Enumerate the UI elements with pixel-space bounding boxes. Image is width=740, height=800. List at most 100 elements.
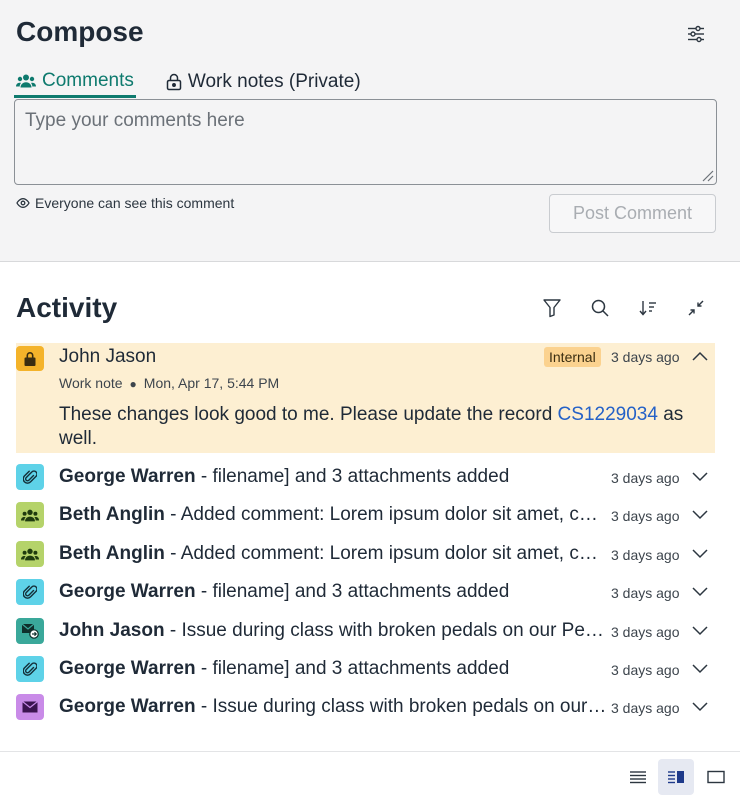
activity-text: - filename] and 3 attachments added xyxy=(195,581,510,602)
expand-item-button[interactable] xyxy=(690,582,710,602)
people-icon xyxy=(21,548,39,561)
activity-time: 3 days ago xyxy=(611,700,680,716)
activity-item[interactable]: George Warren - filename] and 3 attachme… xyxy=(16,576,715,606)
search-button[interactable] xyxy=(588,296,612,320)
activity-summary: George Warren - Issue during class with … xyxy=(59,696,607,718)
sort-button[interactable] xyxy=(636,296,660,320)
activity-author: George Warren xyxy=(59,466,196,487)
activity-type-badge xyxy=(16,618,44,644)
tab-work-notes-label: Work notes (Private) xyxy=(187,71,361,92)
single-view-button[interactable] xyxy=(698,759,734,795)
search-icon xyxy=(591,299,609,317)
activity-time: 3 days ago xyxy=(611,470,680,486)
sort-icon xyxy=(639,301,656,316)
collapse-icon xyxy=(688,300,704,316)
activity-author: John Jason xyxy=(59,346,157,367)
internal-badge: Internal xyxy=(544,347,601,367)
activity-item[interactable]: Beth Anglin - Added comment: Lorem ipsum… xyxy=(16,499,715,529)
chevron-down-icon xyxy=(692,702,708,712)
eye-icon xyxy=(16,198,30,208)
chevron-down-icon xyxy=(692,549,708,559)
list-view-button[interactable] xyxy=(620,759,656,795)
activity-summary: John Jason - Issue during class with bro… xyxy=(59,620,607,642)
paperclip-icon xyxy=(23,584,37,600)
work-note-badge xyxy=(16,346,44,371)
activity-item[interactable]: Beth Anglin - Added comment: Lorem ipsum… xyxy=(16,538,715,568)
paperclip-icon xyxy=(23,469,37,485)
collapse-item-button[interactable] xyxy=(690,346,710,366)
filter-icon xyxy=(543,299,561,318)
collapse-all-button[interactable] xyxy=(684,296,708,320)
activity-author: Beth Anglin xyxy=(59,504,165,525)
chevron-down-icon xyxy=(692,510,708,520)
activity-item[interactable]: George Warren - filename] and 3 attachme… xyxy=(16,653,715,683)
activity-time: 3 days ago xyxy=(611,547,680,563)
activity-time: 3 days ago xyxy=(611,349,680,365)
lock-icon xyxy=(24,351,36,366)
expand-item-button[interactable] xyxy=(690,659,710,679)
tab-comments-label: Comments xyxy=(42,69,134,91)
activity-type-badge xyxy=(16,541,44,567)
activity-author: George Warren xyxy=(59,696,196,717)
compose-settings-button[interactable] xyxy=(684,22,708,46)
activity-time: 3 days ago xyxy=(611,662,680,678)
chevron-down-icon xyxy=(692,472,708,482)
activity-summary: Beth Anglin - Added comment: Lorem ipsum… xyxy=(59,543,607,565)
activity-item[interactable]: George Warren - filename] and 3 attachme… xyxy=(16,461,715,491)
activity-type: Work note xyxy=(59,375,123,391)
activity-item[interactable]: John Jason - Issue during class with bro… xyxy=(16,615,715,645)
split-view-icon xyxy=(668,771,684,784)
activity-type-badge xyxy=(16,694,44,720)
activity-body-text: These changes look good to me. Please up… xyxy=(59,404,558,425)
filter-button[interactable] xyxy=(540,296,564,320)
activity-text: - Added comment: Lorem ipsum dolor sit a… xyxy=(170,543,607,564)
chevron-down-icon xyxy=(692,626,708,636)
sliders-icon xyxy=(688,25,704,43)
activity-type-badge xyxy=(16,502,44,528)
comment-input[interactable] xyxy=(14,99,717,185)
activity-author: George Warren xyxy=(59,581,196,602)
activity-body: These changes look good to me. Please up… xyxy=(59,403,699,451)
activity-type-badge xyxy=(16,579,44,605)
chevron-up-icon xyxy=(692,351,708,361)
activity-time: 3 days ago xyxy=(611,585,680,601)
envelope-icon xyxy=(22,701,38,713)
activity-text: - Added comment: Lorem ipsum dolor sit a… xyxy=(170,504,607,525)
activity-author: Beth Anglin xyxy=(59,543,165,564)
compose-tabs: Comments Work notes (Private) xyxy=(14,66,363,100)
tab-work-notes[interactable]: Work notes (Private) xyxy=(164,66,363,98)
activity-summary: George Warren - filename] and 3 attachme… xyxy=(59,581,607,603)
record-link[interactable]: CS1229034 xyxy=(558,404,658,425)
expand-item-button[interactable] xyxy=(690,505,710,525)
activity-item[interactable]: George Warren - Issue during class with … xyxy=(16,691,715,721)
activity-time: 3 days ago xyxy=(611,508,680,524)
expand-item-button[interactable] xyxy=(690,544,710,564)
activity-text: - Issue during class with broken pedals … xyxy=(195,696,607,717)
activity-type-badge xyxy=(16,656,44,682)
activity-summary: George Warren - filename] and 3 attachme… xyxy=(59,658,607,680)
activity-meta: Work note ● Mon, Apr 17, 5:44 PM xyxy=(59,375,279,391)
list-view-icon xyxy=(630,771,646,784)
expand-item-button[interactable] xyxy=(690,697,710,717)
activity-date: Mon, Apr 17, 5:44 PM xyxy=(143,375,280,391)
chevron-down-icon xyxy=(692,587,708,597)
activity-summary: George Warren - filename] and 3 attachme… xyxy=(59,466,607,488)
activity-author: John Jason xyxy=(59,620,165,641)
activity-type-badge xyxy=(16,464,44,490)
visibility-text: Everyone can see this comment xyxy=(35,195,235,211)
tab-comments[interactable]: Comments xyxy=(14,66,136,98)
activity-text: - filename] and 3 attachments added xyxy=(195,466,510,487)
activity-summary: Beth Anglin - Added comment: Lorem ipsum… xyxy=(59,504,607,526)
compose-title: Compose xyxy=(16,16,144,47)
activity-title: Activity xyxy=(16,292,118,323)
activity-text: - filename] and 3 attachments added xyxy=(195,658,510,679)
people-icon xyxy=(21,509,39,522)
lock-icon xyxy=(166,73,182,91)
activity-time: 3 days ago xyxy=(611,624,680,640)
post-comment-button[interactable]: Post Comment xyxy=(549,194,716,233)
expand-item-button[interactable] xyxy=(690,467,710,487)
expand-item-button[interactable] xyxy=(690,621,710,641)
split-view-button[interactable] xyxy=(658,759,694,795)
visibility-note: Everyone can see this comment xyxy=(16,195,234,211)
separator-dot: ● xyxy=(129,377,137,391)
